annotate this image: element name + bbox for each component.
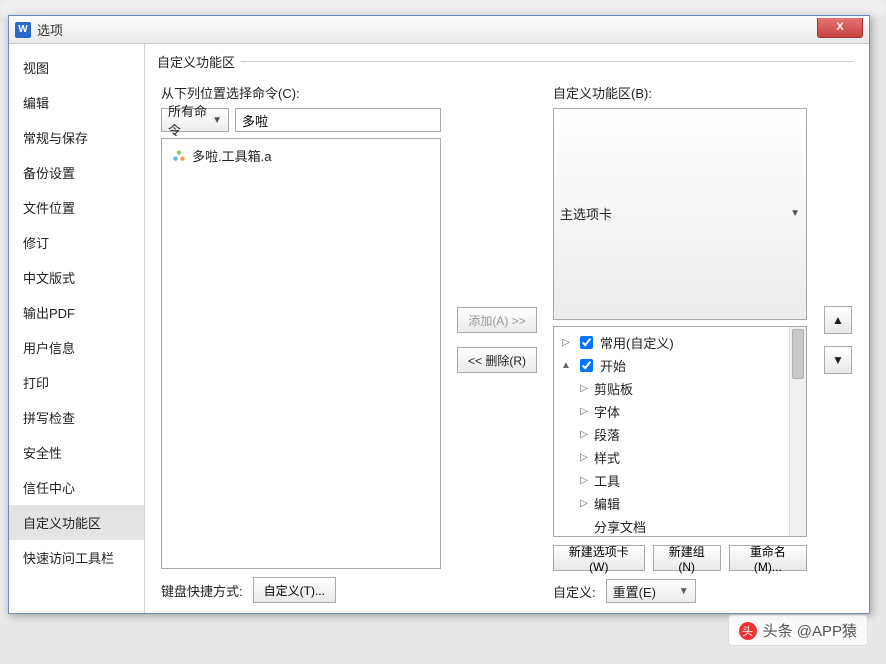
ribbon-tabs-value: 主选项卡 xyxy=(560,204,612,223)
sidebar-item[interactable]: 信任中心 xyxy=(9,470,144,505)
tree-row[interactable]: ▲ 开始 xyxy=(556,354,787,377)
sidebar-item[interactable]: 中文版式 xyxy=(9,260,144,295)
dropdown-arrow-icon: ▼ xyxy=(212,115,222,126)
tree-row[interactable]: ▷ 段落 xyxy=(556,423,787,446)
sidebar-item[interactable]: 编辑 xyxy=(9,85,144,120)
tree-scrollbar[interactable] xyxy=(789,327,806,537)
customize-label: 自定义: xyxy=(553,582,596,601)
customize-keyboard-button[interactable]: 自定义(T)... xyxy=(253,577,336,603)
dropdown-arrow-icon: ▼ xyxy=(790,208,800,219)
command-search-input[interactable] xyxy=(235,108,441,132)
sidebar-item[interactable]: 用户信息 xyxy=(9,330,144,365)
sidebar-item[interactable]: 拼写检查 xyxy=(9,400,144,435)
choose-commands-label: 从下列位置选择命令(C): xyxy=(161,83,441,102)
reset-value: 重置(E) xyxy=(613,582,656,601)
sidebar-item[interactable]: 文件位置 xyxy=(9,190,144,225)
tree-label: 字体 xyxy=(594,402,620,421)
tree-label: 分享文档 xyxy=(594,517,646,536)
new-tab-button[interactable]: 新建选项卡(W) xyxy=(553,545,645,571)
expander-icon[interactable]: ▷ xyxy=(578,429,590,440)
tree-row[interactable]: 分享文档 xyxy=(556,515,787,537)
scrollbar-thumb[interactable] xyxy=(792,329,804,379)
tree-row[interactable]: ▷ 工具 xyxy=(556,469,787,492)
group-legend: 自定义功能区 xyxy=(157,52,241,71)
tree-row[interactable]: ▷ 剪贴板 xyxy=(556,377,787,400)
expander-icon[interactable]: ▷ xyxy=(578,452,590,463)
sidebar-item[interactable]: 修订 xyxy=(9,225,144,260)
watermark-logo-icon: 头 xyxy=(739,622,757,640)
tree-row[interactable]: ▷ 样式 xyxy=(556,446,787,469)
expander-icon[interactable]: ▲ xyxy=(560,360,572,371)
customize-ribbon-label: 自定义功能区(B): xyxy=(553,83,807,102)
remove-button[interactable]: << 删除(R) xyxy=(457,347,537,373)
sidebar-item[interactable]: 输出PDF xyxy=(9,295,144,330)
keyboard-shortcut-label: 键盘快捷方式: xyxy=(161,581,243,600)
move-up-button[interactable]: ▲ xyxy=(824,306,852,334)
commands-listbox[interactable]: 多啦.工具箱.a xyxy=(161,138,441,569)
app-icon: W xyxy=(15,22,31,38)
category-sidebar: 视图编辑常规与保存备份设置文件位置修订中文版式输出PDF用户信息打印拼写检查安全… xyxy=(9,44,145,613)
rename-button[interactable]: 重命名(M)... xyxy=(729,545,807,571)
titlebar: W 选项 X xyxy=(9,16,869,44)
tree-row[interactable]: ▷ 编辑 xyxy=(556,492,787,515)
sidebar-item[interactable]: 备份设置 xyxy=(9,155,144,190)
dropdown-arrow-icon: ▼ xyxy=(679,586,689,597)
expander-icon[interactable]: ▷ xyxy=(578,383,590,394)
close-button[interactable]: X xyxy=(817,18,863,38)
commands-source-select[interactable]: 所有命令 ▼ xyxy=(161,108,229,132)
tree-checkbox[interactable] xyxy=(580,336,593,349)
sidebar-item[interactable]: 打印 xyxy=(9,365,144,400)
tree-label: 工具 xyxy=(594,471,620,490)
watermark: 头 头条 @APP猿 xyxy=(728,615,868,646)
tree-label: 段落 xyxy=(594,425,620,444)
options-dialog: W 选项 X 视图编辑常规与保存备份设置文件位置修订中文版式输出PDF用户信息打… xyxy=(8,15,870,614)
ribbon-tabs-select[interactable]: 主选项卡 ▼ xyxy=(553,108,807,320)
ribbon-tree[interactable]: ▷常用(自定义)▲开始▷剪贴板▷字体▷段落▷样式▷工具▷编辑分享文档▲新建组(自… xyxy=(553,326,807,538)
dialog-title: 选项 xyxy=(37,20,63,39)
tree-label: 剪贴板 xyxy=(594,379,633,398)
tree-label: 编辑 xyxy=(594,494,620,513)
sidebar-item[interactable]: 常规与保存 xyxy=(9,120,144,155)
expander-icon[interactable]: ▷ xyxy=(560,337,572,348)
tree-row[interactable]: ▷ 常用(自定义) xyxy=(556,331,787,354)
add-button[interactable]: 添加(A) >> xyxy=(457,307,537,333)
tree-label: 开始 xyxy=(600,356,626,375)
watermark-text: 头条 @APP猿 xyxy=(763,620,857,641)
tree-row[interactable]: ▷ 字体 xyxy=(556,400,787,423)
expander-icon[interactable]: ▷ xyxy=(578,498,590,509)
sidebar-item[interactable]: 视图 xyxy=(9,50,144,85)
customize-ribbon-group: 自定义功能区 xyxy=(161,52,853,71)
command-icon xyxy=(172,149,186,163)
move-down-button[interactable]: ▼ xyxy=(824,346,852,374)
reset-select[interactable]: 重置(E) ▼ xyxy=(606,579,696,603)
expander-icon[interactable]: ▷ xyxy=(578,406,590,417)
tree-label: 常用(自定义) xyxy=(600,333,674,352)
tree-label: 样式 xyxy=(594,448,620,467)
tree-checkbox[interactable] xyxy=(580,359,593,372)
sidebar-item[interactable]: 安全性 xyxy=(9,435,144,470)
list-item[interactable]: 多啦.工具箱.a xyxy=(166,143,436,168)
expander-icon[interactable]: ▷ xyxy=(578,475,590,486)
commands-source-value: 所有命令 xyxy=(168,101,212,139)
new-group-button[interactable]: 新建组(N) xyxy=(653,545,721,571)
sidebar-item[interactable]: 自定义功能区 xyxy=(9,505,144,540)
sidebar-item[interactable]: 快速访问工具栏 xyxy=(9,540,144,575)
